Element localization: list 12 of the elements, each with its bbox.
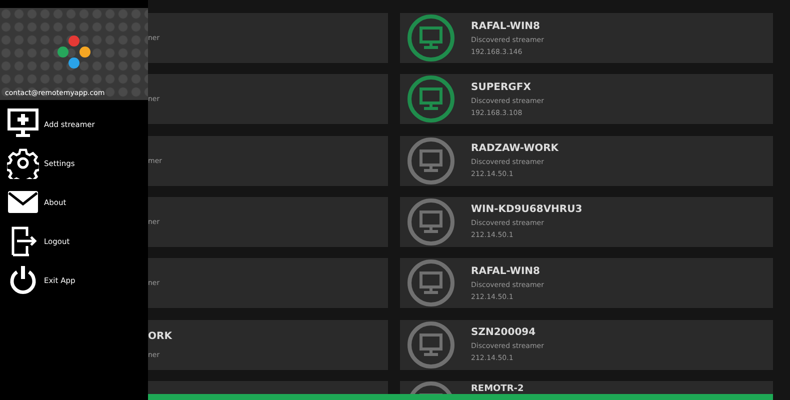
streamer-name: RAFAL-WIN8 — [471, 20, 542, 32]
streamer-name: REMOTR-2 — [471, 384, 524, 394]
streamer-name: RADZAW-WORK — [471, 143, 559, 154]
streamer-name: ORK — [148, 330, 172, 342]
streamer-name: SZN200094 — [471, 327, 537, 338]
monitor-plus-icon — [7, 108, 39, 140]
streamer-name: RAFAL-WIN8 — [471, 266, 542, 277]
streamer-name: WIN-KD9U68VHRU3 — [471, 204, 582, 216]
streamer-card[interactable]: REMOTR-2 — [400, 380, 773, 394]
logo-icon — [56, 35, 92, 71]
streamer-name: SUPERGFX — [471, 82, 532, 93]
settings-icon — [7, 147, 39, 179]
